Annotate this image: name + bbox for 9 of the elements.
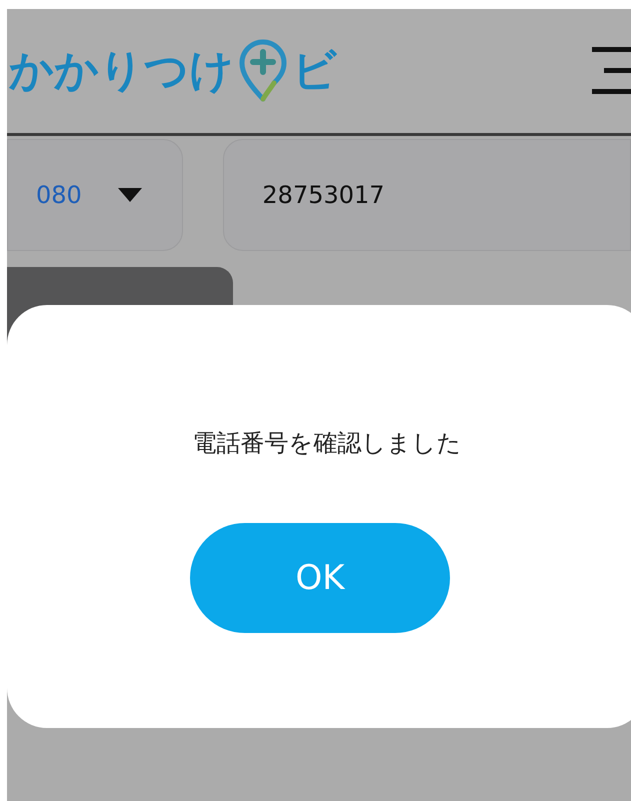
phone-number-field[interactable]: 28753017 bbox=[223, 139, 631, 251]
dropdown-arrow-icon bbox=[118, 188, 142, 202]
logo-text: かかりつけ bbox=[9, 49, 234, 93]
logo-text: ビ bbox=[292, 49, 337, 93]
ok-button[interactable]: OK bbox=[190, 523, 450, 633]
pin-plus-icon bbox=[238, 39, 288, 103]
select-value: 080 bbox=[36, 180, 82, 211]
dialog-message: 電話番号を確認しました bbox=[192, 428, 462, 459]
prefix-select[interactable]: 080 bbox=[7, 139, 184, 251]
